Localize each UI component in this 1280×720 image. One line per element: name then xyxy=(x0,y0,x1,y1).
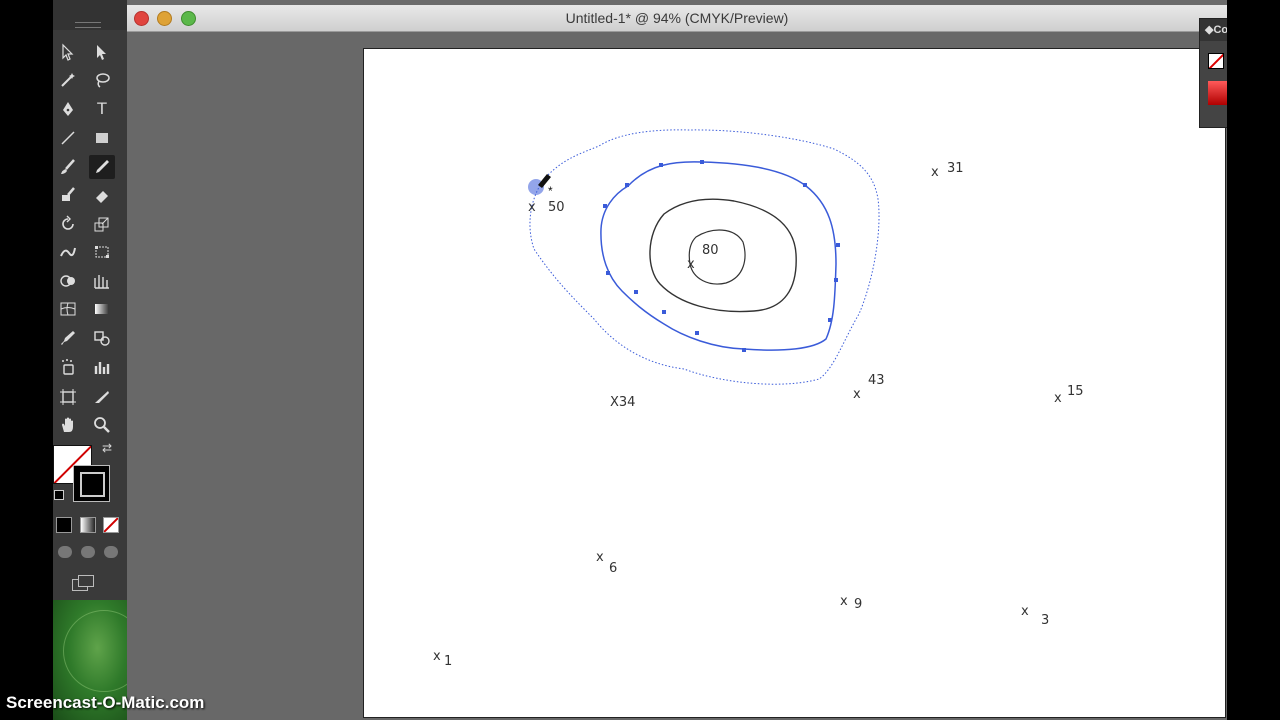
anchor-points xyxy=(603,160,840,352)
color-panel-none-swatch[interactable] xyxy=(1208,53,1224,69)
shape-builder-tool-icon[interactable] xyxy=(55,269,81,293)
rectangle-tool-icon[interactable] xyxy=(89,126,115,150)
perspective-grid-tool-icon[interactable] xyxy=(89,269,115,293)
color-panel-title[interactable]: ◆Co xyxy=(1200,19,1228,41)
left-letterbox xyxy=(0,0,53,720)
slice-tool-icon[interactable] xyxy=(89,385,115,409)
eraser-tool-icon[interactable] xyxy=(89,183,115,207)
color-panel-spectrum[interactable] xyxy=(1208,81,1228,105)
blend-tool-icon[interactable] xyxy=(89,326,115,350)
symbol-sprayer-tool-icon[interactable] xyxy=(55,355,81,379)
hand-tool-icon[interactable] xyxy=(55,413,81,437)
selection-tool-icon[interactable] xyxy=(55,40,81,64)
swap-fill-stroke-icon[interactable]: ⇄ xyxy=(99,440,115,456)
label-9: 9 xyxy=(854,597,862,612)
gradient-mode-icon[interactable] xyxy=(80,517,96,533)
label-6: 6 xyxy=(609,561,617,576)
watermark: Screencast-O-Matic.com xyxy=(6,693,205,712)
gradient-tool-icon[interactable] xyxy=(89,297,115,321)
mark-x-9: x xyxy=(840,594,848,609)
label-34: X34 xyxy=(610,395,635,410)
title-bar[interactable]: Untitled-1* @ 94% (CMYK/Preview) xyxy=(127,5,1227,32)
mark-x-1: x xyxy=(433,649,441,664)
artwork: * x 50 x 80 x 31 X34 x 43 x 15 x 6 x 9 x… xyxy=(433,129,1084,669)
pencil-tool-icon[interactable] xyxy=(89,155,115,179)
none-slash xyxy=(104,518,118,532)
label-1: 1 xyxy=(444,654,452,669)
canvas-area[interactable]: * x 50 x 80 x 31 X34 x 43 x 15 x 6 x 9 x… xyxy=(127,32,1227,720)
mesh-tool-icon[interactable] xyxy=(55,297,81,321)
mark-x-31: x xyxy=(931,165,939,180)
mark-x-43: x xyxy=(853,387,861,402)
artboard-tool-icon[interactable] xyxy=(55,385,81,409)
screen-mode-front xyxy=(78,575,94,587)
artboard[interactable]: * x 50 x 80 x 31 X34 x 43 x 15 x 6 x 9 x… xyxy=(363,48,1226,718)
zoom-tool-icon[interactable] xyxy=(89,413,115,437)
none-mode-icon[interactable] xyxy=(103,517,119,533)
blob-brush-tool-icon[interactable] xyxy=(55,183,81,207)
label-3: 3 xyxy=(1041,613,1049,628)
stroke-swatch-inner xyxy=(80,472,105,497)
mark-x-80: x xyxy=(687,257,695,272)
stroke-swatch[interactable] xyxy=(73,465,110,502)
column-graph-tool-icon[interactable] xyxy=(89,355,115,379)
lasso-tool-icon[interactable] xyxy=(89,68,115,92)
label-15: 15 xyxy=(1067,384,1084,399)
magic-wand-tool-icon[interactable] xyxy=(55,68,81,92)
label-50: 50 xyxy=(548,200,565,215)
svg-text:*: * xyxy=(548,184,553,198)
label-31: 31 xyxy=(947,161,964,176)
warp-tool-icon[interactable] xyxy=(55,240,81,264)
scale-tool-icon[interactable] xyxy=(89,212,115,236)
tools-panel-header[interactable] xyxy=(53,0,127,30)
type-tool-glyph: T xyxy=(96,99,108,118)
label-43: 43 xyxy=(868,373,885,388)
document-window: Untitled-1* @ 94% (CMYK/Preview) * x 50 … xyxy=(127,0,1227,720)
line-tool-icon[interactable] xyxy=(55,126,81,150)
type-tool-icon[interactable]: T xyxy=(89,97,115,121)
right-letterbox xyxy=(1227,0,1280,720)
inner-contour xyxy=(649,198,797,313)
draw-normal-icon[interactable] xyxy=(58,546,72,558)
pencil-cursor: * xyxy=(528,174,553,198)
label-80: 80 xyxy=(702,243,719,258)
screen-mode-icon[interactable] xyxy=(72,575,94,591)
draw-inside-icon[interactable] xyxy=(104,546,118,558)
mark-x-3: x xyxy=(1021,604,1029,619)
rotate-tool-icon[interactable] xyxy=(55,212,81,236)
draw-behind-icon[interactable] xyxy=(81,546,95,558)
eyedropper-tool-icon[interactable] xyxy=(55,326,81,350)
color-mode-icon[interactable] xyxy=(56,517,72,533)
mark-x-6: x xyxy=(596,550,604,565)
direct-selection-tool-icon[interactable] xyxy=(89,40,115,64)
window-title: Untitled-1* @ 94% (CMYK/Preview) xyxy=(565,10,789,26)
color-panel-label: Co xyxy=(1213,24,1229,36)
free-transform-tool-icon[interactable] xyxy=(89,240,115,264)
grip-icon[interactable] xyxy=(75,22,101,28)
default-colors-icon[interactable] xyxy=(54,490,64,500)
mark-x-15: x xyxy=(1054,391,1062,406)
tools-panel: T ⇄ xyxy=(53,0,128,600)
color-panel[interactable]: ◆Co xyxy=(1199,18,1229,128)
mark-x-50: x xyxy=(528,200,536,215)
pen-tool-icon[interactable] xyxy=(55,97,81,121)
paintbrush-tool-icon[interactable] xyxy=(55,155,81,179)
